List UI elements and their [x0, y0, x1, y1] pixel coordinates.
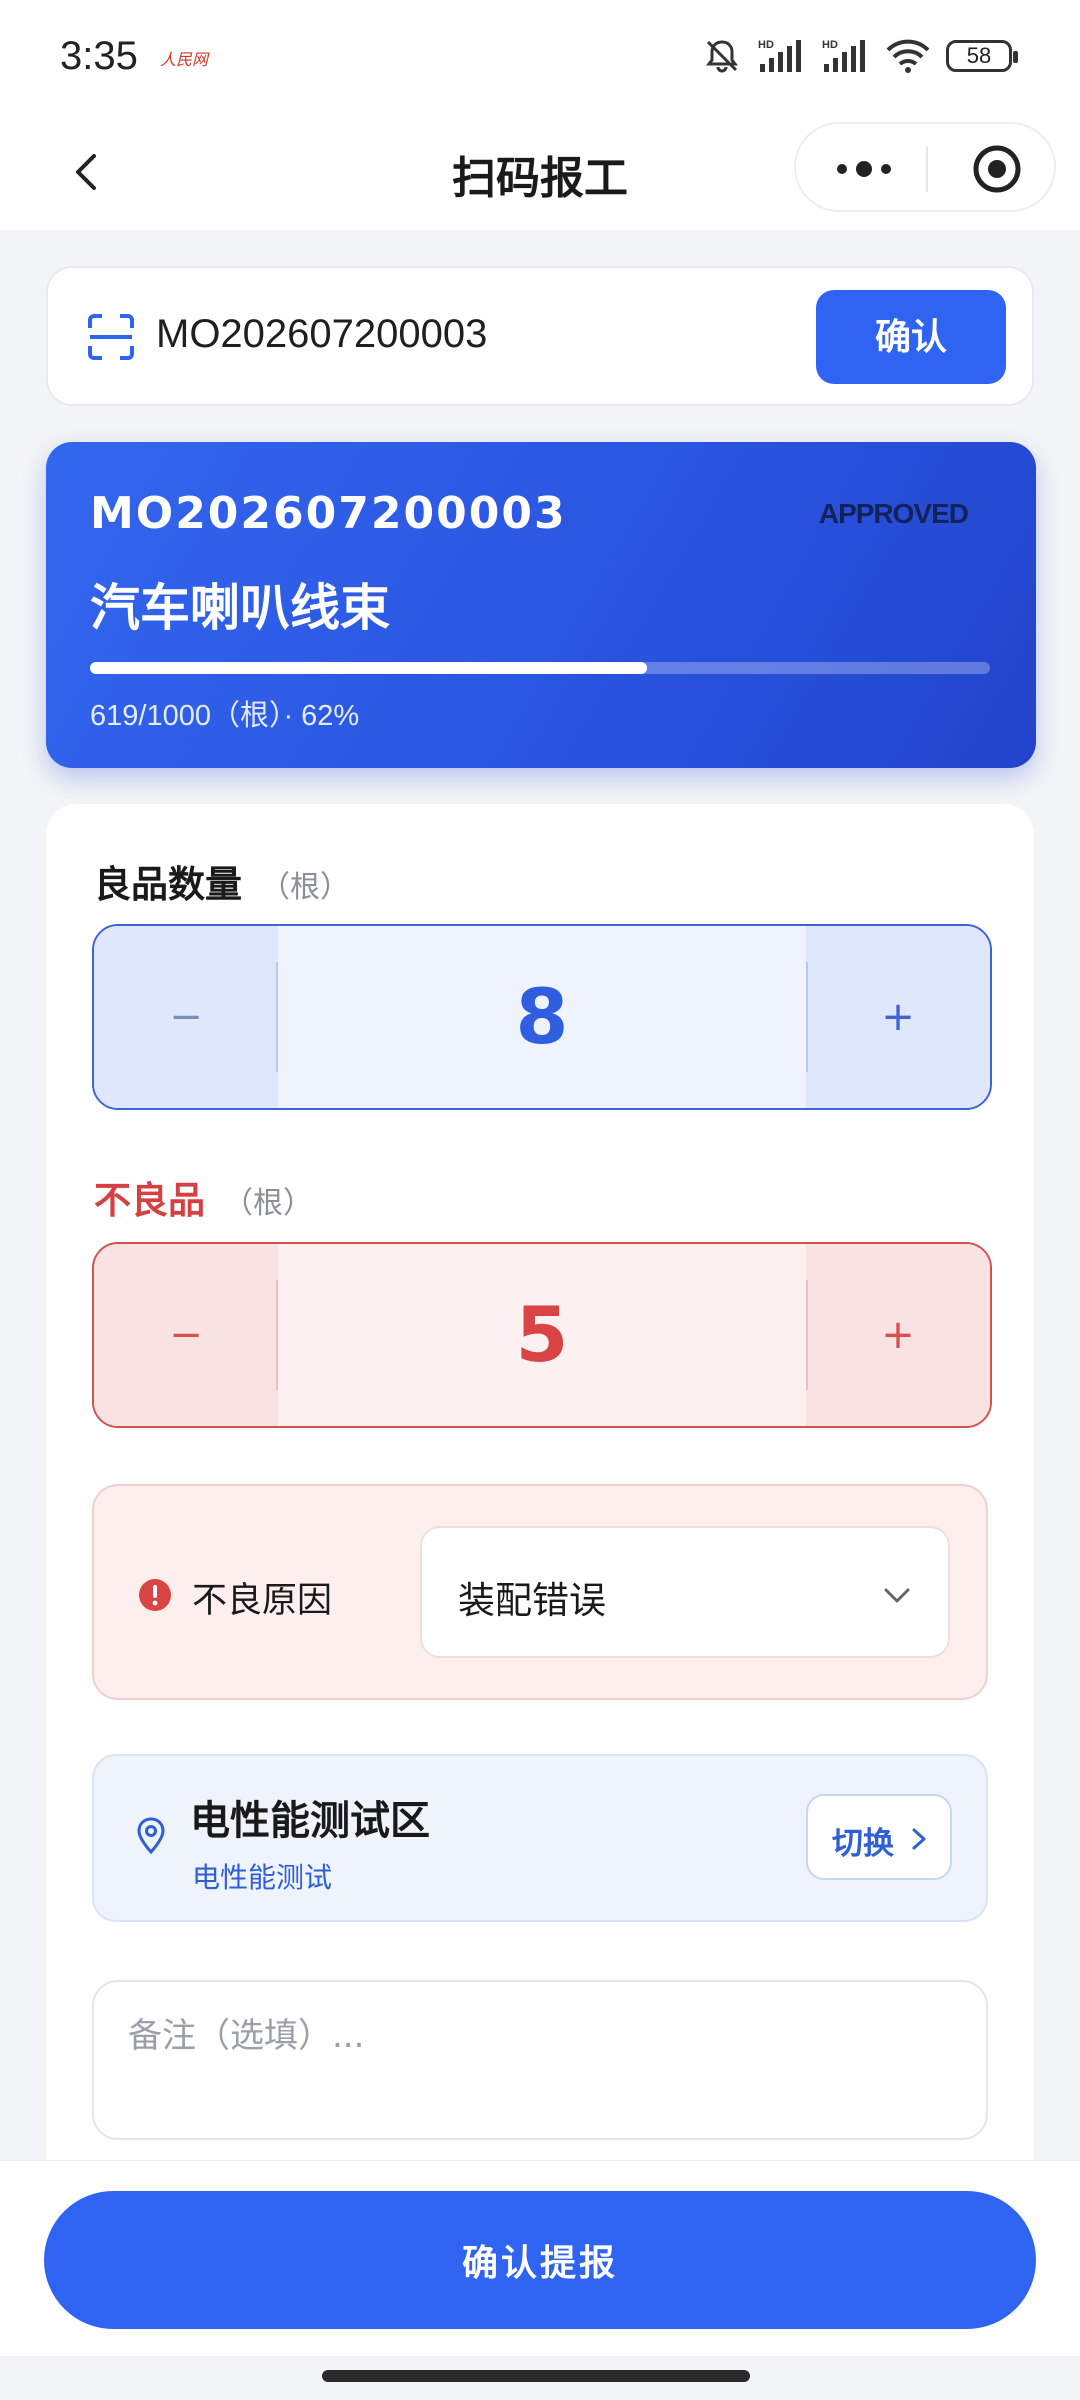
close-target-icon[interactable]	[972, 144, 1022, 194]
bad-qty-unit: （根）	[223, 1186, 313, 1221]
bad-qty-increment-button[interactable]: +	[806, 1244, 990, 1426]
hd-badge-1: HD	[758, 39, 774, 51]
bad-qty-value[interactable]: 5	[278, 1244, 806, 1426]
good-qty-label: 良品数量 （根）	[94, 854, 350, 908]
plus-icon: +	[881, 994, 915, 1040]
good-qty-stepper: − 8 +	[92, 924, 992, 1110]
hd-badge-2: HD	[822, 39, 838, 51]
good-qty-unit: （根）	[260, 870, 350, 905]
battery-indicator: 58	[946, 40, 1018, 72]
mini-program-capsule	[794, 122, 1056, 212]
order-code: MO202607200003	[90, 488, 567, 539]
bad-qty-label: 不良品 （根）	[94, 1170, 313, 1224]
defect-reason-label: 不良原因	[192, 1581, 333, 1621]
carrier-logo: 人民网	[160, 52, 209, 69]
scan-confirm-button[interactable]: 确认	[816, 290, 1006, 384]
defect-reason-section: 不良原因 装配错误	[92, 1484, 988, 1700]
minus-icon: −	[169, 1312, 203, 1358]
good-qty-increment-button[interactable]: +	[806, 926, 990, 1108]
stepper-divider	[806, 962, 808, 1072]
remark-input[interactable]	[92, 1980, 988, 2140]
product-name: 汽车喇叭线束	[90, 579, 390, 637]
workstation-subtitle: 电性能测试	[192, 1861, 333, 1894]
plus-icon: +	[881, 1312, 915, 1358]
capsule-divider	[926, 146, 928, 192]
good-qty-value[interactable]: 8	[278, 926, 806, 1108]
nav-bar: 扫码报工	[0, 118, 1080, 230]
minus-icon: −	[169, 994, 203, 1040]
chevron-down-icon	[884, 1588, 910, 1603]
status-bar: 3:35 人民网 HD HD 58	[0, 0, 1080, 118]
switch-label: 切换	[832, 1826, 894, 1861]
status-time: 3:35	[60, 34, 138, 78]
more-dots-icon[interactable]	[834, 156, 894, 182]
progress-text: 619/1000（根）· 62%	[90, 700, 360, 732]
mute-bell-icon	[706, 40, 738, 73]
location-pin-icon	[137, 1817, 165, 1855]
order-summary-card: MO202607200003 APPROVED 汽车喇叭线束 619/1000（…	[46, 442, 1036, 768]
signal-hd-icon-2: HD	[822, 39, 865, 72]
progress-bar	[90, 662, 990, 674]
defect-reason-value: 装配错误	[458, 1579, 606, 1622]
status-icons: HD HD 58	[702, 36, 1018, 76]
bad-qty-label-text: 不良品	[94, 1179, 205, 1222]
workstation-section: 电性能测试区 电性能测试 切换	[92, 1754, 988, 1922]
chevron-right-icon	[912, 1828, 926, 1850]
good-qty-label-text: 良品数量	[94, 863, 242, 906]
scan-input-card: MO202607200003 确认	[46, 266, 1034, 406]
bad-qty-stepper: − 5 +	[92, 1242, 992, 1428]
bad-qty-decrement-button[interactable]: −	[94, 1244, 278, 1426]
progress-fill	[90, 662, 648, 674]
submit-report-button[interactable]: 确认提报	[44, 2191, 1036, 2329]
switch-workstation-button[interactable]: 切换	[806, 1794, 952, 1880]
report-form: 良品数量 （根） − 8 + 不良品 （根） − 5 + 不良原因 装配错误 电…	[46, 804, 1034, 2234]
signal-hd-icon: HD	[758, 39, 801, 72]
stepper-divider	[806, 1280, 808, 1390]
scan-code-input[interactable]: MO202607200003	[156, 312, 487, 357]
wifi-icon	[886, 39, 930, 73]
home-indicator	[322, 2370, 750, 2382]
alert-info-icon	[139, 1579, 171, 1611]
bottom-action-bar: 确认提报	[0, 2160, 1080, 2356]
defect-reason-select[interactable]: 装配错误	[420, 1526, 950, 1658]
workstation-title: 电性能测试区	[190, 1798, 430, 1844]
good-qty-decrement-button[interactable]: −	[94, 926, 278, 1108]
order-status-badge: APPROVED	[818, 498, 969, 529]
scan-icon[interactable]	[86, 312, 136, 362]
